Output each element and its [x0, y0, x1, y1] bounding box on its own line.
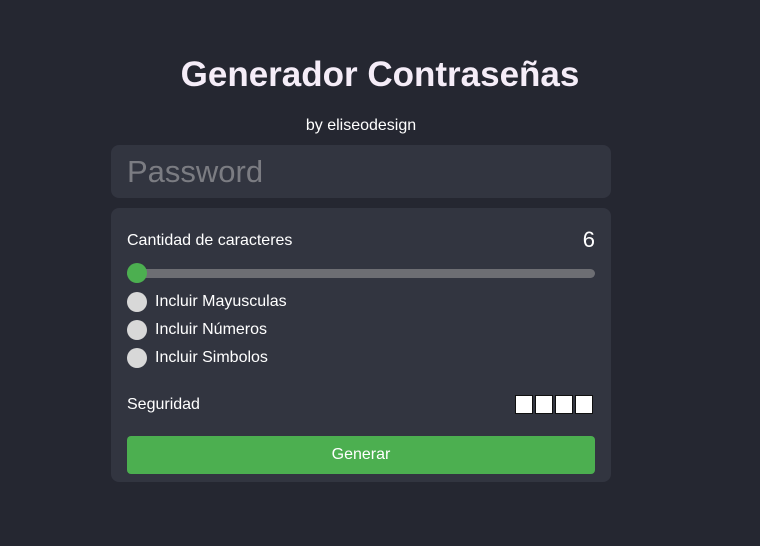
option-label: Incluir Simbolos [155, 349, 268, 366]
length-value: 6 [582, 227, 595, 252]
security-bar [555, 395, 573, 414]
radio-dot-icon[interactable] [127, 320, 147, 340]
security-bar [575, 395, 593, 414]
length-slider[interactable] [127, 263, 595, 283]
slider-thumb[interactable] [127, 263, 147, 283]
security-label: Seguridad [127, 396, 200, 413]
security-bar [535, 395, 553, 414]
security-bar [515, 395, 533, 414]
length-label: Cantidad de caracteres [127, 232, 293, 249]
option-uppercase[interactable]: Incluir Mayusculas [127, 291, 287, 313]
password-field-container [111, 145, 611, 198]
radio-dot-icon[interactable] [127, 348, 147, 368]
radio-dot-icon[interactable] [127, 292, 147, 312]
generate-button[interactable]: Generar [127, 436, 595, 474]
security-meter [515, 395, 595, 414]
settings-panel: Cantidad de caracteres 6 Incluir Mayuscu… [111, 208, 611, 482]
option-label: Incluir Mayusculas [155, 293, 287, 310]
byline: by eliseodesign [305, 117, 417, 134]
option-label: Incluir Números [155, 321, 268, 338]
option-numbers[interactable]: Incluir Números [127, 319, 267, 341]
password-input[interactable] [127, 153, 587, 190]
option-symbols[interactable]: Incluir Simbolos [127, 347, 268, 369]
page-title: Generador Contraseñas [180, 55, 580, 94]
